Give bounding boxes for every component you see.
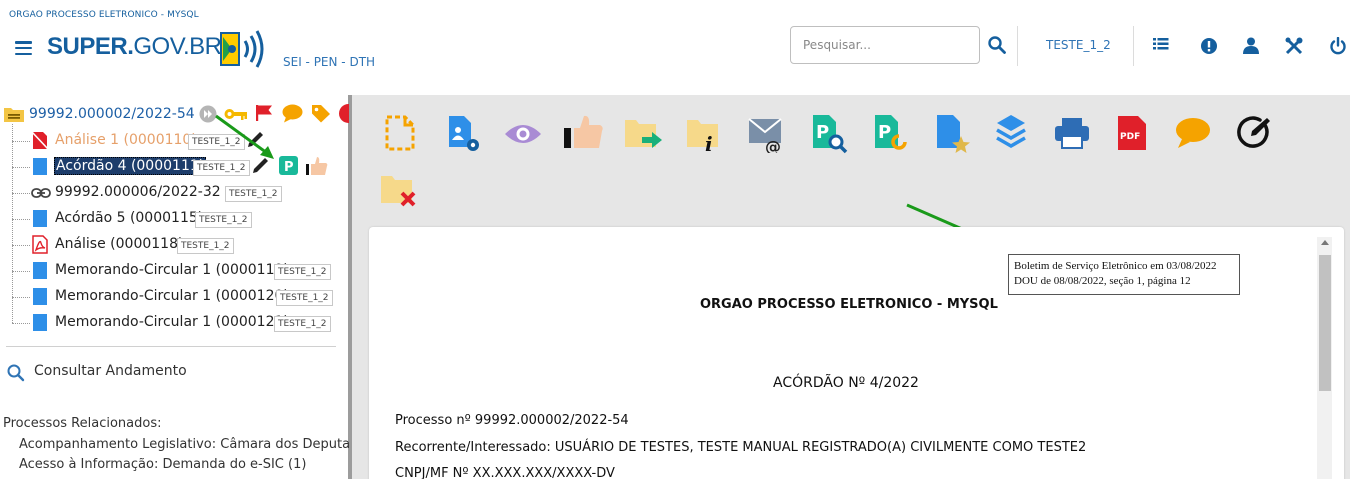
logo-text: SUPER. [47, 33, 134, 60]
search-icon[interactable] [988, 36, 1006, 54]
tree-item-label[interactable]: 99992.000006/2022-32 [55, 184, 221, 200]
tree-connector [12, 297, 30, 298]
document-icon[interactable] [33, 210, 47, 227]
related-processes-title: Processos Relacionados: [3, 416, 162, 431]
tree-connector [12, 141, 30, 142]
folder-info-icon[interactable]: i [686, 117, 720, 153]
new-document-icon[interactable] [385, 115, 415, 151]
document-line: CNPJ/MF Nº XX.XXX.XXX/XXXX-DV [395, 466, 615, 479]
document-line: Processo nº 99992.000002/2022-54 [395, 413, 629, 428]
tree-item-label-selected[interactable]: Acórdão 4 (0000111) [54, 157, 207, 175]
document-permissions-icon[interactable] [447, 115, 481, 153]
scrollbar-thumb[interactable] [1319, 255, 1331, 391]
logo[interactable]: SUPER.GOV.BR [47, 33, 222, 61]
logo-mark-icon [220, 30, 264, 68]
logo-gov-text: GOV.BR [133, 33, 222, 60]
tree-connector [12, 323, 30, 324]
publication-p-icon[interactable]: P [279, 156, 298, 175]
annotation-arrow-icon [215, 114, 274, 159]
svg-text:P: P [816, 122, 829, 143]
svg-text:P: P [284, 160, 294, 175]
circular-document-icon[interactable] [33, 262, 47, 279]
tree-item-label[interactable]: Análise 1 (0000110) [55, 132, 197, 148]
related-process-item[interactable]: Acompanhamento Legislativo: Câmara dos D… [19, 437, 350, 452]
tree-item-label[interactable]: Acórdão 5 (0000115) [55, 210, 203, 226]
organization-name: ORGAO PROCESSO ELETRONICO - MYSQL [9, 10, 199, 20]
site-subtitle: SEI - PEN - DTH [283, 55, 376, 69]
alert-icon[interactable] [1200, 37, 1218, 55]
tree-item-label[interactable]: Análise (0000118) [55, 236, 183, 252]
document-icon[interactable] [33, 314, 47, 331]
document-title: ACÓRDÃO Nº 4/2022 [773, 375, 919, 391]
search-icon[interactable] [7, 364, 25, 382]
scroll-up-icon[interactable] [1321, 240, 1329, 245]
remove-folder-icon[interactable] [380, 173, 418, 209]
user-tag: TESTE_1_2 [274, 264, 331, 280]
comment-icon[interactable] [1175, 117, 1211, 149]
svg-text:PDF: PDF [1120, 132, 1140, 142]
tree-item-label[interactable]: Memorando-Circular 1 (0000119) [55, 262, 289, 278]
layers-icon[interactable] [995, 113, 1027, 151]
svg-text:P: P [878, 122, 891, 143]
move-folder-icon[interactable] [624, 117, 664, 151]
list-icon[interactable] [1153, 37, 1169, 53]
menu-icon[interactable] [15, 41, 32, 56]
folder-open-icon[interactable] [3, 105, 25, 123]
tree-item-label[interactable]: Memorando-Circular 1 (0000120) [55, 288, 289, 304]
tree-connector [12, 271, 30, 272]
send-email-icon[interactable]: @ [748, 117, 786, 153]
related-process-item[interactable]: Acesso à Informação: Demanda do e-SIC (1… [19, 457, 306, 472]
favorite-document-icon[interactable] [936, 114, 972, 154]
circular-document-icon[interactable] [33, 288, 47, 305]
tree-connector [12, 193, 30, 194]
svg-text:i: i [705, 132, 713, 153]
process-number[interactable]: 99992.000002/2022-54 [29, 106, 195, 122]
document-icon[interactable] [33, 158, 47, 175]
consult-progress-link[interactable]: Consultar Andamento [34, 363, 187, 379]
stamp-line: Boletim de Serviço Eletrônico em 03/08/2… [1014, 260, 1217, 272]
document-line: Recorrente/Interessado: USUÁRIO DE TESTE… [395, 440, 1087, 455]
tree-connector [12, 219, 30, 220]
stamp-line: DOU de 08/08/2022, seção 1, página 12 [1014, 275, 1191, 287]
logout-icon[interactable] [1329, 37, 1347, 55]
publication-search-icon[interactable]: P [812, 114, 848, 154]
print-icon[interactable] [1054, 117, 1090, 149]
sign-thumb-icon[interactable] [564, 114, 604, 150]
user-icon[interactable] [1243, 37, 1259, 54]
tree-item-label[interactable]: Memorando-Circular 1 (0000121) [55, 314, 289, 330]
header-separator [1133, 26, 1134, 66]
user-tag: TESTE_1_2 [177, 238, 234, 254]
section-divider [6, 346, 336, 347]
user-tag: TESTE_1_2 [274, 316, 331, 332]
thumbs-up-icon[interactable] [305, 156, 329, 176]
publication-stamp: Boletim de Serviço Eletrônico em 03/08/2… [1008, 254, 1240, 295]
view-eye-icon[interactable] [504, 122, 542, 146]
user-tag: TESTE_1_2 [195, 212, 252, 228]
search-input[interactable]: Pesquisar... [790, 26, 980, 64]
tree-connector [12, 245, 30, 246]
user-tag: TESTE_1_2 [276, 290, 333, 306]
tools-icon[interactable] [1285, 37, 1303, 55]
edit-circle-icon[interactable] [1236, 115, 1272, 151]
user-name[interactable]: TESTE_1_2 [1046, 38, 1111, 52]
header-separator [1017, 26, 1018, 66]
pdf-export-icon[interactable]: PDF [1117, 115, 1147, 151]
tree-connector [12, 124, 13, 323]
tree-connector [12, 167, 30, 168]
pdf-icon[interactable] [32, 235, 48, 254]
user-tag: TESTE_1_2 [225, 186, 282, 202]
svg-text:@: @ [765, 137, 781, 153]
tag-icon[interactable] [311, 104, 331, 123]
link-icon[interactable] [31, 186, 51, 200]
comment-icon[interactable] [282, 104, 303, 123]
publication-refresh-icon[interactable]: P [874, 114, 910, 154]
document-organization: ORGAO PROCESSO ELETRONICO - MYSQL [700, 297, 998, 312]
cancelled-document-icon[interactable] [32, 131, 48, 150]
